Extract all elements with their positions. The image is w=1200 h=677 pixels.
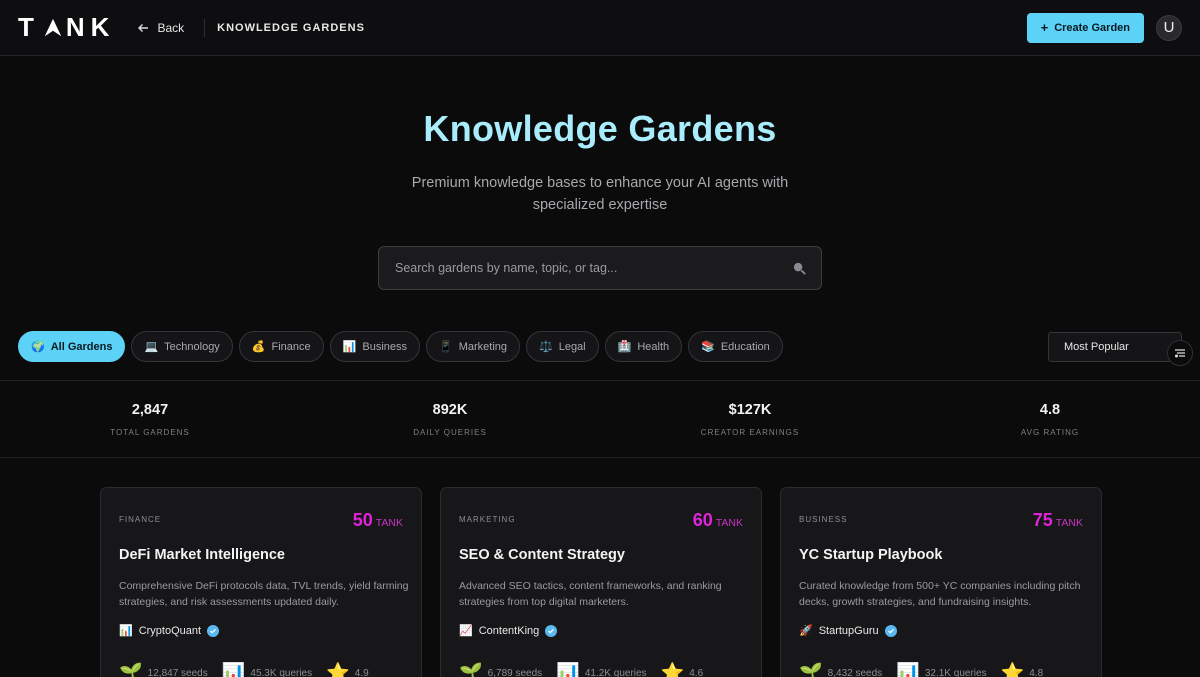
bar-chart-icon: 📊 [896, 663, 920, 677]
create-garden-button[interactable]: + Create Garden [1026, 12, 1144, 43]
card-author[interactable]: 📈 ContentKing [459, 624, 558, 637]
bar-chart-icon: 📊 [556, 663, 580, 677]
books-icon: 📚 [701, 341, 715, 353]
garden-card[interactable]: MARKETING 60 TANK SEO & Content Strategy… [440, 487, 762, 677]
top-header: T NK Back KNOWLEDGE GARDENS + Create Gar… [0, 0, 1200, 56]
garden-card[interactable]: BUSINESS 75 TANK YC Startup Playbook Cur… [780, 487, 1102, 677]
search-input[interactable] [395, 261, 792, 275]
plus-icon: + [1040, 20, 1049, 35]
filter-chip-all-gardens[interactable]: 🌍 All Gardens [18, 331, 126, 362]
filter-chip-technology[interactable]: 💻 Technology [131, 331, 233, 362]
header-divider [204, 18, 206, 37]
author-icon: 📊 [119, 625, 133, 637]
scales-icon: ⚖️ [539, 341, 553, 353]
garden-cards-grid: FINANCE 50 TANK DeFi Market Intelligence… [100, 487, 1102, 677]
star-icon: ⭐ [1000, 663, 1025, 677]
verified-check-icon [884, 624, 897, 637]
avatar[interactable]: U [1156, 14, 1182, 41]
breadcrumb: KNOWLEDGE GARDENS [217, 21, 365, 34]
search-bar[interactable] [378, 246, 822, 290]
stat-total-gardens: 2,847 TOTAL GARDENS [110, 402, 190, 437]
seedling-icon: 🌱 [119, 663, 143, 677]
stats-bar: 2,847 TOTAL GARDENS 892K DAILY QUERIES $… [0, 380, 1200, 458]
stat-avg-rating: 4.8 AVG RATING [1020, 402, 1080, 437]
search-icon[interactable] [792, 261, 807, 276]
page-subtitle: Premium knowledge bases to enhance your … [411, 175, 789, 213]
stat-creator-earnings: $127K CREATOR EARNINGS [700, 402, 800, 437]
card-price: 75 TANK [1032, 510, 1083, 530]
logo-arrow-icon [44, 18, 62, 36]
card-category: BUSINESS [799, 515, 848, 524]
back-button[interactable]: Back [137, 21, 184, 35]
author-icon: 📈 [459, 625, 473, 637]
category-filters: 🌍 All Gardens 💻 Technology 💰 Finance 📊 B… [18, 331, 1193, 366]
card-title[interactable]: SEO & Content Strategy [459, 547, 625, 563]
card-category: MARKETING [459, 515, 516, 524]
garden-card[interactable]: FINANCE 50 TANK DeFi Market Intelligence… [100, 487, 422, 677]
card-metrics: 🌱 8,432 seeds 📊 32.1K queries ⭐ 4.8 [799, 661, 1043, 677]
verified-check-icon [545, 624, 558, 637]
filter-chip-legal[interactable]: ⚖️ Legal [526, 331, 599, 362]
bar-chart-icon: 📊 [221, 663, 246, 677]
hero-section: Knowledge Gardens Premium knowledge base… [0, 56, 1200, 290]
filter-chip-marketing[interactable]: 📱 Marketing [426, 331, 520, 362]
author-icon: 🚀 [799, 625, 813, 637]
globe-icon: 🌍 [31, 341, 45, 353]
card-title[interactable]: YC Startup Playbook [799, 547, 942, 563]
mobile-phone-icon: 📱 [439, 341, 453, 353]
card-price: 60 TANK [692, 510, 743, 530]
arrow-left-icon [138, 23, 149, 32]
card-description: Comprehensive DeFi protocols data, TVL t… [119, 580, 409, 608]
card-description: Advanced SEO tactics, content frameworks… [459, 580, 722, 608]
back-label: Back [157, 20, 185, 35]
star-icon: ⭐ [326, 663, 350, 677]
card-author[interactable]: 🚀 StartupGuru [799, 624, 897, 637]
card-price: 50 TANK [352, 510, 403, 530]
card-title[interactable]: DeFi Market Intelligence [119, 547, 285, 563]
stat-daily-queries: 892K DAILY QUERIES [413, 402, 487, 437]
tank-logo[interactable]: T NK [18, 12, 115, 43]
card-metrics: 🌱 12,847 seeds 📊 45.3K queries ⭐ 4.9 [119, 661, 369, 677]
sort-filter-icon[interactable] [1167, 339, 1193, 366]
card-metrics: 🌱 6,789 seeds 📊 41.2K queries ⭐ 4.6 [459, 661, 703, 677]
card-description: Curated knowledge from 500+ YC companies… [799, 580, 1081, 608]
seedling-icon: 🌱 [459, 663, 483, 677]
verified-check-icon [207, 624, 220, 637]
star-icon: ⭐ [660, 663, 685, 677]
sort-value: Most Popular [1064, 340, 1129, 353]
filter-chip-finance[interactable]: 💰 Finance [238, 331, 324, 362]
money-bag-icon: 💰 [251, 341, 266, 353]
filter-chip-business[interactable]: 📊 Business [329, 331, 420, 362]
hospital-icon: 🏥 [617, 341, 632, 353]
filter-chip-education[interactable]: 📚 Education [688, 331, 783, 362]
card-category: FINANCE [119, 515, 162, 524]
sort-select[interactable]: Most Popular [1048, 331, 1193, 366]
seedling-icon: 🌱 [799, 663, 823, 677]
laptop-icon: 💻 [144, 341, 159, 353]
bar-chart-icon: 📊 [342, 341, 357, 353]
card-author[interactable]: 📊 CryptoQuant [119, 624, 220, 637]
page-title: Knowledge Gardens [423, 108, 777, 149]
filter-chip-health[interactable]: 🏥 Health [604, 331, 683, 362]
